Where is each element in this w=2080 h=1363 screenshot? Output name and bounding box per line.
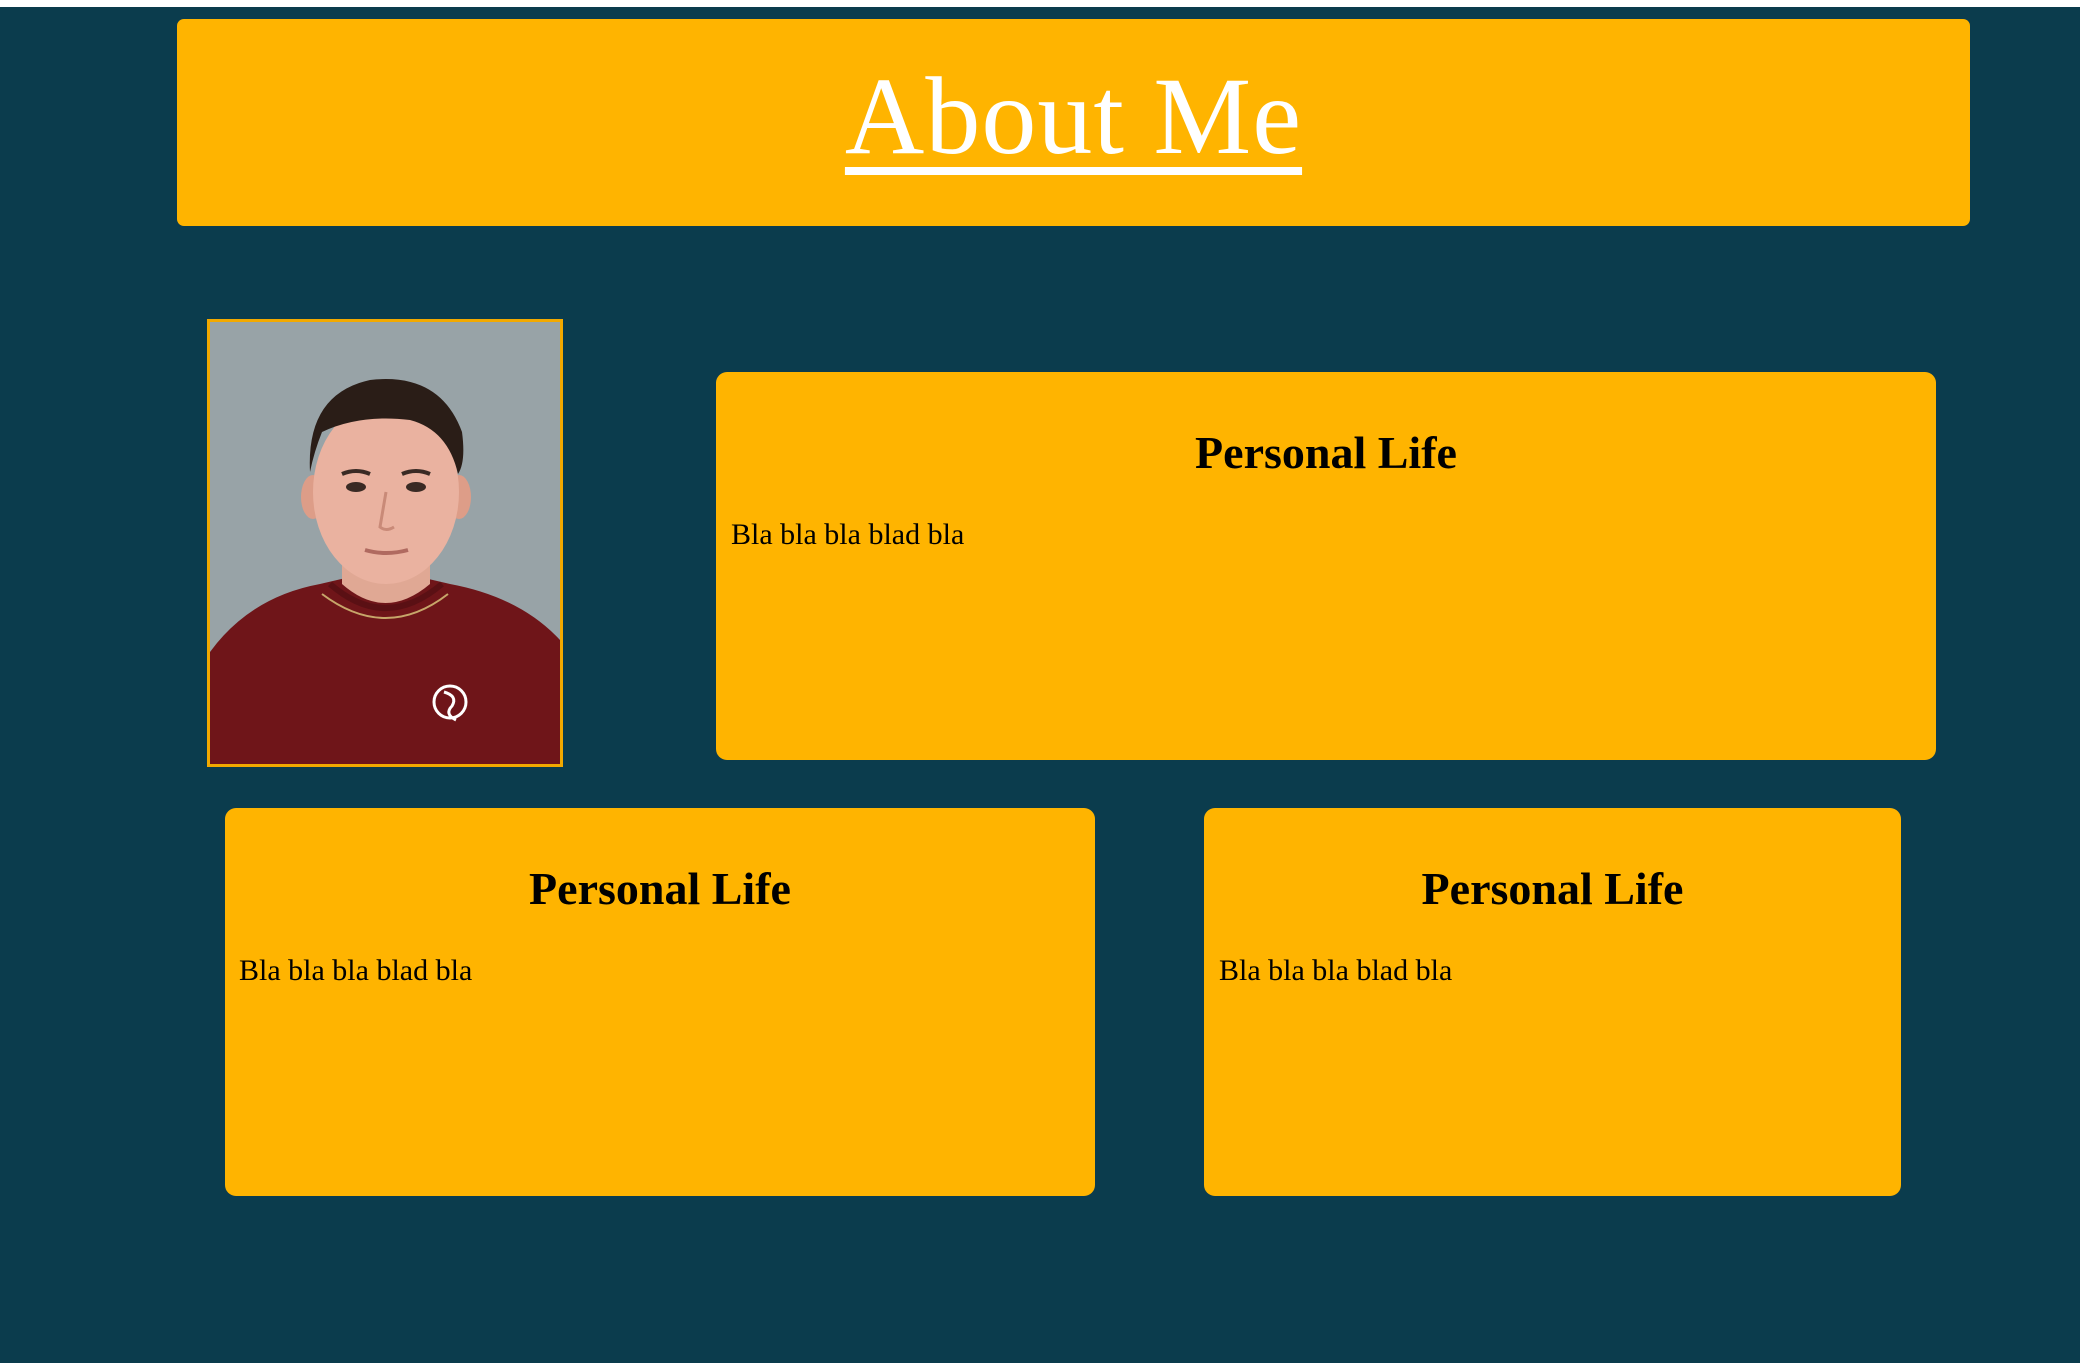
personal-life-card-3: Personal Life Bla bla bla blad bla bbox=[1204, 808, 1901, 1196]
section-body: Bla bla bla blad bla bbox=[1219, 954, 1453, 987]
section-body: Bla bla bla blad bla bbox=[239, 954, 473, 987]
personal-life-card-2: Personal Life Bla bla bla blad bla bbox=[225, 808, 1095, 1196]
profile-photo-image bbox=[210, 322, 560, 764]
header-banner: About Me bbox=[177, 19, 1970, 226]
section-title: Personal Life bbox=[1195, 427, 1457, 478]
personal-life-card-1: Personal Life Bla bla bla blad bla bbox=[716, 372, 1936, 760]
section-title: Personal Life bbox=[529, 863, 791, 914]
section-title: Personal Life bbox=[1421, 863, 1684, 914]
section-body: Bla bla bla blad bla bbox=[731, 518, 965, 551]
profile-photo bbox=[207, 319, 563, 767]
page-title: About Me bbox=[844, 55, 1303, 177]
